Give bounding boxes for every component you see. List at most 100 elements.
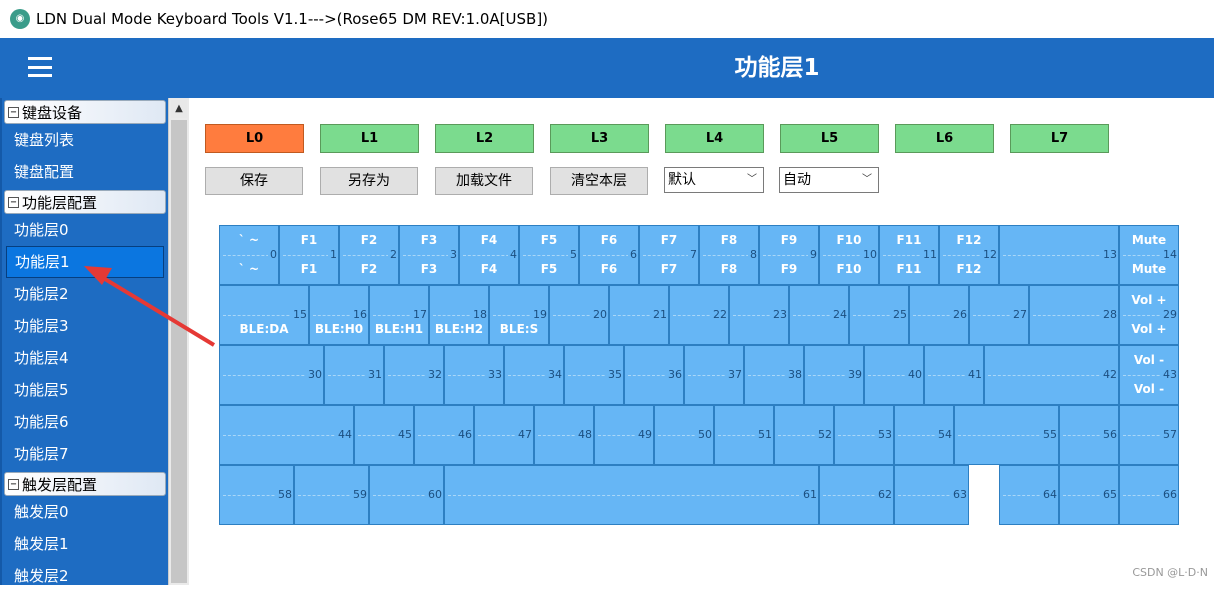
key-3[interactable]: 3F3F3 xyxy=(399,225,459,285)
key-44[interactable]: 44 xyxy=(219,405,354,465)
key-29[interactable]: 29Vol +Vol + xyxy=(1119,285,1179,345)
collapse-icon[interactable]: − xyxy=(8,197,19,208)
key-13[interactable]: 13 xyxy=(999,225,1119,285)
collapse-icon[interactable]: − xyxy=(8,107,19,118)
sidebar-group-header[interactable]: −键盘设备 xyxy=(4,100,166,124)
sidebar-group-header[interactable]: −功能层配置 xyxy=(4,190,166,214)
key-21[interactable]: 21 xyxy=(609,285,669,345)
sidebar-item[interactable]: 功能层2 xyxy=(2,278,168,310)
key-58[interactable]: 58 xyxy=(219,465,294,525)
key-61[interactable]: 61 xyxy=(444,465,819,525)
key-37[interactable]: 37 xyxy=(684,345,744,405)
sidebar-scrollbar[interactable]: ▲ xyxy=(168,98,189,585)
key-9[interactable]: 9F9F9 xyxy=(759,225,819,285)
sidebar-item[interactable]: 触发层2 xyxy=(2,560,168,592)
key-12[interactable]: 12F12F12 xyxy=(939,225,999,285)
key-17[interactable]: 17BLE:H1 xyxy=(369,285,429,345)
key-22[interactable]: 22 xyxy=(669,285,729,345)
key-57[interactable]: 57 xyxy=(1119,405,1179,465)
sidebar-item[interactable]: 功能层5 xyxy=(2,374,168,406)
layer-button[interactable]: L7 xyxy=(1010,124,1109,153)
key-47[interactable]: 47 xyxy=(474,405,534,465)
layer-button[interactable]: L0 xyxy=(205,124,304,153)
key-27[interactable]: 27 xyxy=(969,285,1029,345)
key-65[interactable]: 65 xyxy=(1059,465,1119,525)
key-50[interactable]: 50 xyxy=(654,405,714,465)
key-2[interactable]: 2F2F2 xyxy=(339,225,399,285)
layer-button[interactable]: L2 xyxy=(435,124,534,153)
layer-button[interactable]: L1 xyxy=(320,124,419,153)
key-64[interactable]: 64 xyxy=(999,465,1059,525)
sidebar-item[interactable]: 触发层0 xyxy=(2,496,168,528)
key-10[interactable]: 10F10F10 xyxy=(819,225,879,285)
auto-select[interactable]: 自动 ﹀ xyxy=(779,167,879,193)
key-5[interactable]: 5F5F5 xyxy=(519,225,579,285)
key-53[interactable]: 53 xyxy=(834,405,894,465)
key-7[interactable]: 7F7F7 xyxy=(639,225,699,285)
key-46[interactable]: 46 xyxy=(414,405,474,465)
save-as-button[interactable]: 另存为 xyxy=(320,167,418,195)
key-20[interactable]: 20 xyxy=(549,285,609,345)
key-4[interactable]: 4F4F4 xyxy=(459,225,519,285)
sidebar-group-header[interactable]: −触发层配置 xyxy=(4,472,166,496)
key-34[interactable]: 34 xyxy=(504,345,564,405)
key-14[interactable]: 14MuteMute xyxy=(1119,225,1179,285)
key-11[interactable]: 11F11F11 xyxy=(879,225,939,285)
key-48[interactable]: 48 xyxy=(534,405,594,465)
key-54[interactable]: 54 xyxy=(894,405,954,465)
key-63[interactable]: 63 xyxy=(894,465,969,525)
key-33[interactable]: 33 xyxy=(444,345,504,405)
key-62[interactable]: 62 xyxy=(819,465,894,525)
key-35[interactable]: 35 xyxy=(564,345,624,405)
key-52[interactable]: 52 xyxy=(774,405,834,465)
scroll-up-icon[interactable]: ▲ xyxy=(171,100,187,118)
key-23[interactable]: 23 xyxy=(729,285,789,345)
sidebar-item[interactable]: 功能层6 xyxy=(2,406,168,438)
key-66[interactable]: 66 xyxy=(1119,465,1179,525)
key-60[interactable]: 60 xyxy=(369,465,444,525)
key-26[interactable]: 26 xyxy=(909,285,969,345)
key-51[interactable]: 51 xyxy=(714,405,774,465)
key-16[interactable]: 16BLE:H0 xyxy=(309,285,369,345)
sidebar-item[interactable]: 功能层7 xyxy=(2,438,168,470)
key-55[interactable]: 55 xyxy=(954,405,1059,465)
key-30[interactable]: 30 xyxy=(219,345,324,405)
key-31[interactable]: 31 xyxy=(324,345,384,405)
layer-button[interactable]: L4 xyxy=(665,124,764,153)
layer-button[interactable]: L5 xyxy=(780,124,879,153)
key-56[interactable]: 56 xyxy=(1059,405,1119,465)
key-24[interactable]: 24 xyxy=(789,285,849,345)
clear-layer-button[interactable]: 清空本层 xyxy=(550,167,648,195)
key-45[interactable]: 45 xyxy=(354,405,414,465)
key-25[interactable]: 25 xyxy=(849,285,909,345)
key-41[interactable]: 41 xyxy=(924,345,984,405)
layer-button[interactable]: L6 xyxy=(895,124,994,153)
key-1[interactable]: 1F1F1 xyxy=(279,225,339,285)
key-18[interactable]: 18BLE:H2 xyxy=(429,285,489,345)
load-file-button[interactable]: 加载文件 xyxy=(435,167,533,195)
key-36[interactable]: 36 xyxy=(624,345,684,405)
key-43[interactable]: 43Vol -Vol - xyxy=(1119,345,1179,405)
key-40[interactable]: 40 xyxy=(864,345,924,405)
layer-button[interactable]: L3 xyxy=(550,124,649,153)
sidebar-item[interactable]: 功能层3 xyxy=(2,310,168,342)
collapse-icon[interactable]: − xyxy=(8,479,19,490)
key-0[interactable]: 0` ~` ~ xyxy=(219,225,279,285)
scroll-thumb[interactable] xyxy=(171,120,187,583)
key-42[interactable]: 42 xyxy=(984,345,1119,405)
sidebar-item[interactable]: 键盘配置 xyxy=(2,156,168,188)
key-49[interactable]: 49 xyxy=(594,405,654,465)
key-28[interactable]: 28 xyxy=(1029,285,1119,345)
sidebar-item[interactable]: 功能层4 xyxy=(2,342,168,374)
sidebar-item[interactable]: 功能层1 xyxy=(6,246,164,278)
key-59[interactable]: 59 xyxy=(294,465,369,525)
key-39[interactable]: 39 xyxy=(804,345,864,405)
key-15[interactable]: 15BLE:DA xyxy=(219,285,309,345)
sidebar-item[interactable]: 触发层1 xyxy=(2,528,168,560)
sidebar-item[interactable]: 功能层0 xyxy=(2,214,168,246)
key-8[interactable]: 8F8F8 xyxy=(699,225,759,285)
key-6[interactable]: 6F6F6 xyxy=(579,225,639,285)
mode-select[interactable]: 默认 ﹀ xyxy=(664,167,764,193)
key-19[interactable]: 19BLE:S xyxy=(489,285,549,345)
save-button[interactable]: 保存 xyxy=(205,167,303,195)
